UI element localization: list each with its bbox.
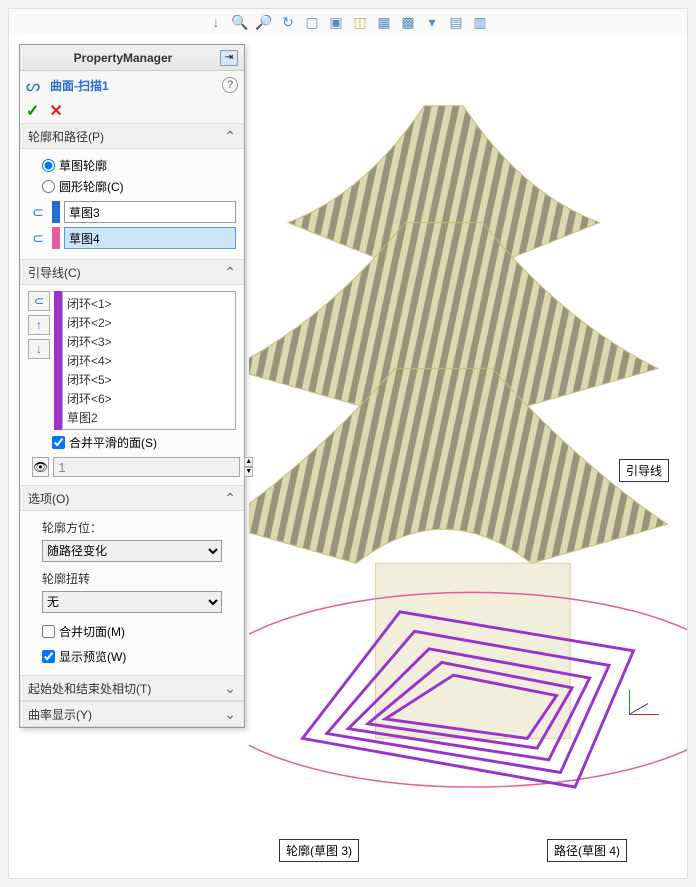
chevron-up-icon: ⌃ (224, 264, 236, 281)
path-input[interactable] (64, 227, 236, 249)
section-guides[interactable]: 引导线(C) ⌃ (20, 259, 244, 285)
view-normal-icon[interactable]: ↓ (207, 13, 225, 31)
help-icon[interactable]: ? (222, 77, 238, 93)
path-color-tab (52, 227, 60, 249)
zoom-area-icon[interactable]: 🔎 (255, 13, 273, 31)
preview-toggle-icon[interactable]: 👁 (32, 457, 49, 477)
guide-item[interactable]: 闭环<6> (65, 389, 233, 408)
view-settings-icon[interactable]: ▤ (447, 13, 465, 31)
guide-list[interactable]: 闭环<1>闭环<2>闭环<3>闭环<4>闭环<5>闭环<6>草图2 (62, 291, 236, 430)
section-options[interactable]: 选项(O) ⌃ (20, 485, 244, 511)
merge-smooth-check[interactable]: 合并平滑的面(S) (28, 430, 236, 455)
section-startend[interactable]: 起始处和结束处相切(T) ⌄ (20, 675, 244, 701)
show-preview-checkbox[interactable] (42, 650, 55, 663)
spinner[interactable]: ▲▼ (244, 457, 253, 477)
move-up-button[interactable]: ↑ (28, 315, 50, 335)
section-view-icon[interactable]: ▢ (303, 13, 321, 31)
edit-appearance-icon[interactable]: ▩ (399, 13, 417, 31)
orientation-select[interactable]: 随路径变化 (42, 540, 222, 562)
radio-circle-profile-input[interactable] (42, 180, 55, 193)
guide-item[interactable]: 闭环<4> (65, 351, 233, 370)
property-manager-panel: PropertyManager ⇥ ᔕ 曲面-扫描1 ? ✓ ✕ 轮廓和路径(P… (19, 44, 245, 728)
path-slot-icon: ⊂ (28, 228, 48, 248)
guide-item[interactable]: 闭环<2> (65, 313, 233, 332)
twist-label: 轮廓扭转 (28, 568, 236, 589)
guide-item[interactable]: 草图2 (65, 408, 233, 427)
apply-scene-icon[interactable]: ▾ (423, 13, 441, 31)
merge-tangent-check[interactable]: 合并切面(M) (28, 619, 236, 644)
callout-profile[interactable]: 轮廓(草图 3) (279, 839, 359, 862)
view-orientation-icon[interactable]: ▣ (327, 13, 345, 31)
merge-smooth-checkbox[interactable] (52, 436, 65, 449)
chevron-up-icon: ⌃ (224, 490, 236, 507)
feature-title-row: ᔕ 曲面-扫描1 ? (20, 71, 244, 99)
guide-item[interactable]: 闭环<3> (65, 332, 233, 351)
radio-sketch-profile[interactable]: 草图轮廓 (28, 155, 236, 176)
chevron-up-icon: ⌃ (224, 128, 236, 145)
panel-header: PropertyManager ⇥ (20, 45, 244, 71)
profile-color-tab (52, 201, 60, 223)
more-icon[interactable]: ▥ (471, 13, 489, 31)
twist-select[interactable]: 无 (42, 591, 222, 613)
cancel-button[interactable]: ✕ (49, 101, 62, 121)
radio-circle-profile[interactable]: 圆形轮廓(C) (28, 176, 236, 197)
feature-name: 曲面-扫描1 (50, 77, 216, 94)
guide-item[interactable]: 闭环<1> (65, 294, 233, 313)
show-preview-check[interactable]: 显示预览(W) (28, 644, 236, 669)
guide-item[interactable]: 闭环<5> (65, 370, 233, 389)
callout-path[interactable]: 路径(草图 4) (547, 839, 627, 862)
callout-guide[interactable]: 引导线 (619, 459, 669, 482)
radio-sketch-profile-input[interactable] (42, 159, 55, 172)
zoom-fit-icon[interactable]: 🔍 (231, 13, 249, 31)
ok-button[interactable]: ✓ (26, 101, 39, 121)
hide-show-icon[interactable]: ▦ (375, 13, 393, 31)
guide-color-tab (54, 291, 62, 430)
view-toolbar: ↓ 🔍 🔎 ↻ ▢ ▣ ◫ ▦ ▩ ▾ ▤ ▥ (9, 9, 687, 35)
section-profile-path[interactable]: 轮廓和路径(P) ⌃ (20, 123, 244, 149)
preview-value-input[interactable] (53, 457, 240, 477)
section-curvature[interactable]: 曲率显示(Y) ⌄ (20, 701, 244, 727)
profile-input[interactable] (64, 201, 236, 223)
rotate-icon[interactable]: ↻ (279, 13, 297, 31)
sweep-icon: ᔕ (26, 76, 44, 94)
graphics-viewport[interactable]: 引导线 轮廓(草图 3) 路径(草图 4) (249, 44, 687, 878)
panel-title: PropertyManager (26, 51, 220, 65)
confirm-row: ✓ ✕ (20, 99, 244, 123)
move-down-button[interactable]: ↓ (28, 339, 50, 359)
orientation-label: 轮廓方位： (28, 517, 236, 538)
merge-tangent-checkbox[interactable] (42, 625, 55, 638)
pin-icon[interactable]: ⇥ (220, 50, 238, 66)
display-style-icon[interactable]: ◫ (351, 13, 369, 31)
profile-slot-icon: ⊂ (28, 202, 48, 222)
guide-type-icon[interactable]: ⊂ (28, 291, 50, 311)
chevron-down-icon: ⌄ (224, 706, 236, 723)
chevron-down-icon: ⌄ (224, 680, 236, 697)
